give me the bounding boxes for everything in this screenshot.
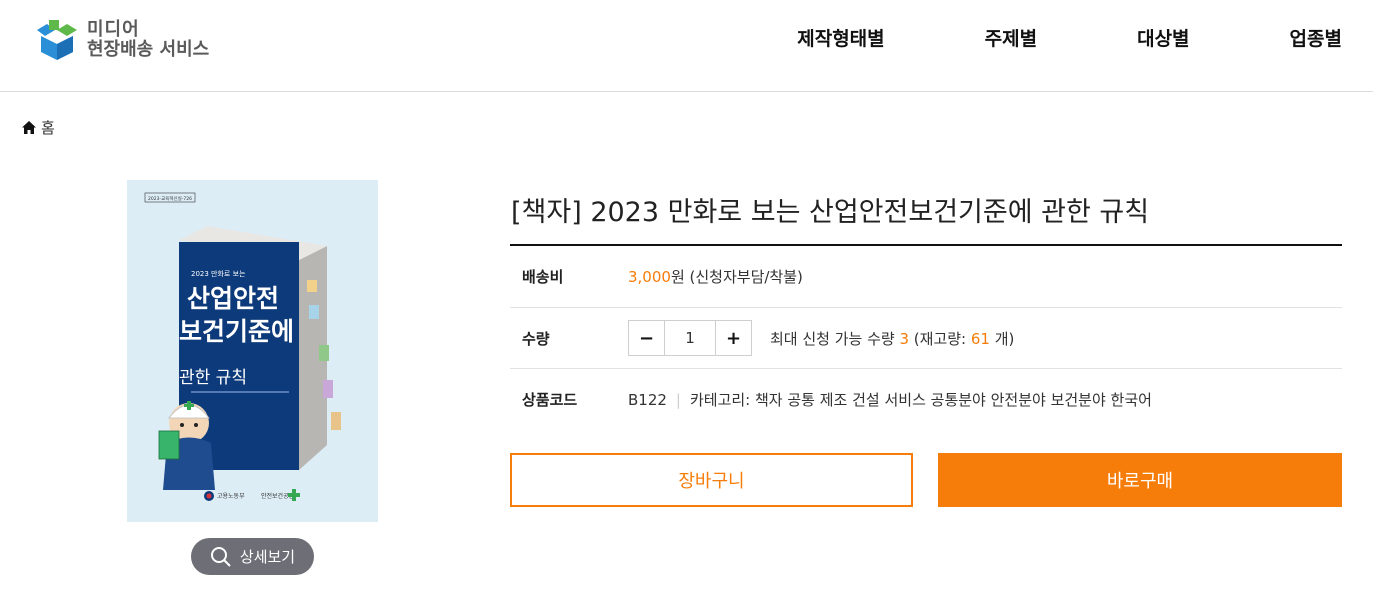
shipping-unit: 원 (신청자부담/착불) bbox=[670, 268, 803, 286]
zoom-detail-label: 상세보기 bbox=[239, 548, 296, 566]
stock-count: 61 bbox=[970, 329, 990, 348]
cover-title-line3: 관한 규칙 bbox=[179, 368, 247, 388]
nav-item-production-type[interactable]: 제작형태별 bbox=[797, 24, 884, 54]
product-cover-image[interactable]: 2023-교육혁신실-726 2023 만화로 보는 산업안전 보건기준에 관한… bbox=[127, 180, 378, 522]
product-code-label: 상품코드 bbox=[522, 390, 578, 409]
nav-item-audience[interactable]: 대상별 bbox=[1137, 24, 1189, 54]
cover-subtitle: 2023 만화로 보는 bbox=[191, 269, 246, 278]
quantity-note: 최대 신청 가능 수량 3 (재고량: 61 개) bbox=[770, 328, 1014, 349]
shipping-row: 배송비 3,000원 (신청자부담/착불) bbox=[510, 246, 1342, 308]
quantity-label: 수량 bbox=[522, 329, 550, 348]
nav-item-topic[interactable]: 주제별 bbox=[985, 24, 1037, 54]
site-header: 미디어 현장배송 서비스 제작형태별 주제별 대상별 업종별 bbox=[0, 0, 1373, 92]
search-icon bbox=[210, 546, 231, 567]
qty-note-prefix: 최대 신청 가능 수량 bbox=[770, 329, 900, 348]
product-code-info: B122 | 카테고리: 책자 공통 제조 건설 서비스 공통분야 안전분야 보건분… bbox=[628, 389, 1152, 410]
site-logo[interactable]: 미디어 현장배송 서비스 bbox=[33, 16, 243, 64]
qty-max: 3 bbox=[899, 329, 910, 348]
cover-top-tag: 2023-교육혁신실-726 bbox=[148, 195, 192, 202]
breadcrumb-home[interactable]: 홈 bbox=[41, 117, 55, 138]
logo-line1: 미디어 bbox=[87, 19, 140, 40]
home-icon[interactable] bbox=[22, 121, 36, 134]
box-logo-icon bbox=[37, 20, 77, 60]
zoom-detail-button[interactable]: 상세보기 bbox=[191, 538, 314, 575]
cover-title-line2: 보건기준에 bbox=[179, 317, 294, 346]
quantity-row: 수량 − + 최대 신청 가능 수량 3 (재고량: 61 개) bbox=[510, 308, 1342, 369]
code-separator: | bbox=[675, 390, 681, 409]
shipping-price-text: 3,000원 (신청자부담/착불) bbox=[628, 266, 803, 287]
shipping-price: 3,000 bbox=[628, 268, 671, 286]
qty-note-suffix: 개) bbox=[989, 329, 1015, 348]
quantity-input[interactable] bbox=[664, 321, 716, 355]
quantity-stepper: − + bbox=[628, 320, 752, 356]
breadcrumb: 홈 bbox=[22, 117, 55, 138]
cover-publisher1: 고용노동부 bbox=[217, 493, 245, 500]
add-to-cart-button[interactable]: 장바구니 bbox=[510, 453, 913, 507]
main-nav: 제작형태별 주제별 대상별 업종별 bbox=[697, 24, 1342, 54]
quantity-plus-button[interactable]: + bbox=[716, 321, 751, 355]
product-code: B122 bbox=[628, 390, 667, 409]
quantity-minus-button[interactable]: − bbox=[629, 321, 664, 355]
qty-note-mid: (재고량: bbox=[909, 329, 971, 348]
buy-now-button[interactable]: 바로구매 bbox=[938, 453, 1342, 507]
nav-item-industry[interactable]: 업종별 bbox=[1290, 24, 1342, 54]
product-code-row: 상품코드 B122 | 카테고리: 책자 공통 제조 건설 서비스 공통분야 안전분… bbox=[510, 369, 1342, 429]
product-category: 카테고리: 책자 공통 제조 건설 서비스 공통분야 안전분야 보건분야 한국어 bbox=[689, 390, 1152, 409]
logo-line2: 현장배송 서비스 bbox=[87, 39, 210, 60]
product-title: [책자] 2023 만화로 보는 산업안전보건기준에 관한 규칙 bbox=[511, 197, 1150, 228]
shipping-label: 배송비 bbox=[522, 268, 564, 286]
cover-title-line1: 산업안전 bbox=[187, 284, 279, 313]
